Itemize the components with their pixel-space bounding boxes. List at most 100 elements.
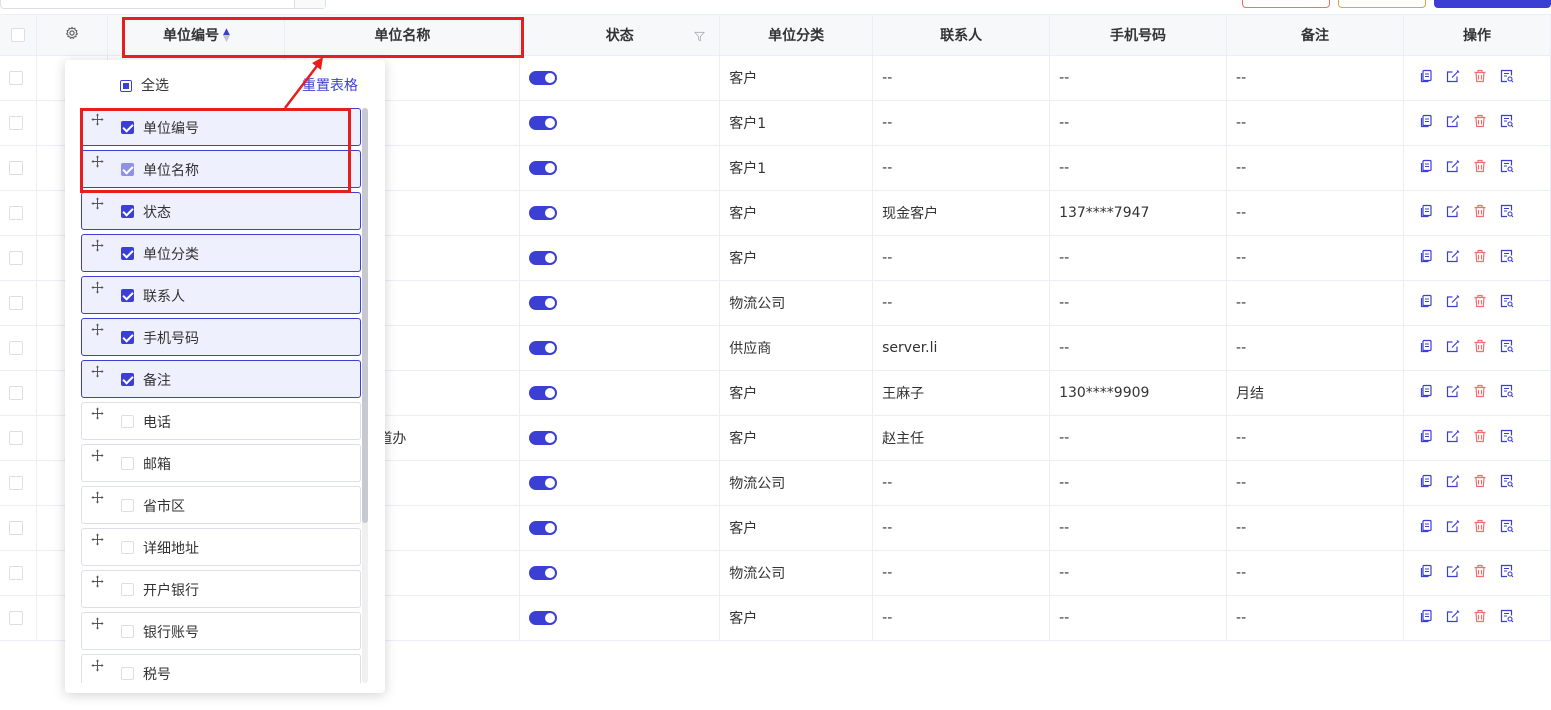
delete-icon[interactable] <box>1473 204 1487 222</box>
status-toggle[interactable] <box>529 116 558 130</box>
copy-icon[interactable] <box>1419 204 1433 222</box>
detail-icon[interactable] <box>1500 159 1514 177</box>
status-toggle[interactable] <box>529 71 558 85</box>
edit-icon[interactable] <box>1446 384 1460 402</box>
detail-icon[interactable] <box>1500 474 1514 492</box>
edit-icon[interactable] <box>1446 609 1460 627</box>
header-category[interactable]: 单位分类 <box>719 14 874 56</box>
row-select-cell[interactable] <box>0 280 38 326</box>
column-option[interactable]: 手机号码 <box>81 318 361 356</box>
column-checkbox[interactable] <box>121 499 134 512</box>
row-select-cell[interactable] <box>0 325 38 371</box>
delete-icon[interactable] <box>1473 339 1487 357</box>
export-toolbar-button[interactable] <box>1338 0 1426 8</box>
row-select-cell[interactable] <box>0 370 38 416</box>
delete-icon[interactable] <box>1473 294 1487 312</box>
column-option[interactable]: 详细地址 <box>81 528 361 566</box>
status-toggle[interactable] <box>529 296 558 310</box>
drag-handle-icon[interactable] <box>91 197 104 214</box>
status-toggle[interactable] <box>529 521 558 535</box>
select-all-columns-label[interactable]: 全选 <box>141 75 169 95</box>
copy-icon[interactable] <box>1419 564 1433 582</box>
search-button[interactable] <box>294 0 325 8</box>
status-toggle[interactable] <box>529 251 558 265</box>
column-checkbox[interactable] <box>121 667 134 680</box>
row-checkbox[interactable] <box>9 296 23 310</box>
copy-icon[interactable] <box>1419 114 1433 132</box>
search-input[interactable] <box>0 0 326 9</box>
detail-icon[interactable] <box>1500 69 1514 87</box>
drag-handle-icon[interactable] <box>91 659 104 676</box>
status-toggle[interactable] <box>529 341 558 355</box>
header-contact[interactable]: 联系人 <box>872 14 1051 56</box>
copy-icon[interactable] <box>1419 249 1433 267</box>
column-option[interactable]: 省市区 <box>81 486 361 524</box>
detail-icon[interactable] <box>1500 294 1514 312</box>
status-toggle[interactable] <box>529 386 558 400</box>
row-select-cell[interactable] <box>0 505 38 551</box>
copy-icon[interactable] <box>1419 384 1433 402</box>
row-select-cell[interactable] <box>0 595 38 641</box>
edit-icon[interactable] <box>1446 249 1460 267</box>
edit-icon[interactable] <box>1446 69 1460 87</box>
status-toggle[interactable] <box>529 566 558 580</box>
column-checkbox[interactable] <box>121 415 134 428</box>
row-select-cell[interactable] <box>0 235 38 281</box>
row-select-cell[interactable] <box>0 55 38 101</box>
drag-handle-icon[interactable] <box>91 323 104 340</box>
edit-icon[interactable] <box>1446 564 1460 582</box>
detail-icon[interactable] <box>1500 204 1514 222</box>
row-checkbox[interactable] <box>9 431 23 445</box>
row-checkbox[interactable] <box>9 251 23 265</box>
drag-handle-icon[interactable] <box>91 281 104 298</box>
column-checkbox[interactable] <box>121 583 134 596</box>
detail-icon[interactable] <box>1500 564 1514 582</box>
column-checkbox[interactable] <box>121 373 134 386</box>
column-checkbox[interactable] <box>121 331 134 344</box>
drag-handle-icon[interactable] <box>91 575 104 592</box>
drag-handle-icon[interactable] <box>91 365 104 382</box>
row-checkbox[interactable] <box>9 386 23 400</box>
row-checkbox[interactable] <box>9 521 23 535</box>
copy-icon[interactable] <box>1419 519 1433 537</box>
column-checkbox[interactable] <box>121 289 134 302</box>
column-option[interactable]: 电话 <box>81 402 361 440</box>
row-checkbox[interactable] <box>9 476 23 490</box>
column-option[interactable]: 银行账号 <box>81 612 361 650</box>
row-checkbox[interactable] <box>9 206 23 220</box>
status-toggle[interactable] <box>529 476 558 490</box>
edit-icon[interactable] <box>1446 519 1460 537</box>
delete-icon[interactable] <box>1473 69 1487 87</box>
copy-icon[interactable] <box>1419 429 1433 447</box>
copy-icon[interactable] <box>1419 339 1433 357</box>
column-option[interactable]: 状态 <box>81 192 361 230</box>
settings-gear-icon[interactable] <box>65 26 79 44</box>
delete-icon[interactable] <box>1473 159 1487 177</box>
row-select-cell[interactable] <box>0 100 38 146</box>
column-checkbox[interactable] <box>121 247 134 260</box>
select-all-columns-checkbox[interactable] <box>120 80 132 92</box>
header-phone[interactable]: 手机号码 <box>1049 14 1228 56</box>
delete-icon[interactable] <box>1473 564 1487 582</box>
status-toggle[interactable] <box>529 161 558 175</box>
status-toggle[interactable] <box>529 431 558 445</box>
delete-icon[interactable] <box>1473 114 1487 132</box>
detail-icon[interactable] <box>1500 249 1514 267</box>
row-select-cell[interactable] <box>0 460 38 506</box>
drag-handle-icon[interactable] <box>91 533 104 550</box>
detail-icon[interactable] <box>1500 519 1514 537</box>
edit-icon[interactable] <box>1446 204 1460 222</box>
detail-icon[interactable] <box>1500 429 1514 447</box>
delete-icon[interactable] <box>1473 429 1487 447</box>
status-toggle[interactable] <box>529 611 558 625</box>
copy-icon[interactable] <box>1419 474 1433 492</box>
copy-icon[interactable] <box>1419 294 1433 312</box>
row-select-cell[interactable] <box>0 190 38 236</box>
column-option[interactable]: 开户银行 <box>81 570 361 608</box>
column-option[interactable]: 备注 <box>81 360 361 398</box>
column-list-scrollbar-thumb[interactable] <box>362 108 368 523</box>
edit-icon[interactable] <box>1446 114 1460 132</box>
row-checkbox[interactable] <box>9 71 23 85</box>
column-option[interactable]: 税号 <box>81 654 361 683</box>
delete-icon[interactable] <box>1473 249 1487 267</box>
